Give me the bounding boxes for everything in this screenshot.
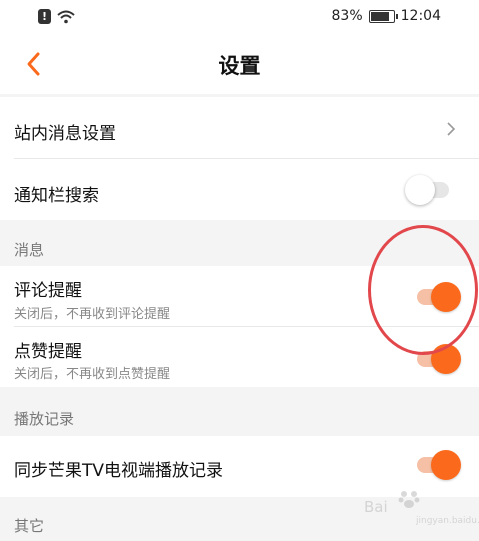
wifi-icon <box>57 10 75 23</box>
section-title-history: 播放记录 <box>14 410 75 428</box>
page-title: 设置 <box>218 54 261 78</box>
watermark-brand: Bai <box>364 498 388 516</box>
section-title-messages: 消息 <box>14 241 45 259</box>
paw-icon <box>398 491 420 508</box>
chevron-right-icon[interactable] <box>445 121 457 137</box>
toggle-knob <box>405 175 435 205</box>
status-bar-left: ! <box>38 9 75 24</box>
settings-group-general: 站内消息设置 通知栏搜索 <box>0 97 479 220</box>
alert-icon: ! <box>38 9 51 24</box>
status-bar-right: 83% 12:04 <box>332 8 441 24</box>
watermark: Bai jingyan.baidu.com <box>364 486 479 526</box>
divider <box>14 158 479 159</box>
row-station-messages-label[interactable]: 站内消息设置 <box>14 119 116 144</box>
annotation-circle <box>368 225 478 355</box>
clock: 12:04 <box>400 8 441 24</box>
row-comment-remind-label: 评论提醒 <box>14 281 82 301</box>
status-bar: ! 83% 12:04 <box>0 0 479 36</box>
row-notif-search-label: 通知栏搜索 <box>14 186 99 206</box>
row-comment-remind-sub: 关闭后，不再收到评论提醒 <box>14 307 171 322</box>
battery-percent: 83% <box>331 8 363 24</box>
section-title-other: 其它 <box>14 517 45 535</box>
row-like-remind-sub: 关闭后，不再收到点赞提醒 <box>14 367 171 382</box>
row-sync-history-label: 同步芒果TV电视端播放记录 <box>14 461 224 481</box>
row-like-remind-label: 点赞提醒 <box>14 342 82 362</box>
notif-search-toggle[interactable] <box>405 175 451 205</box>
toggle-knob <box>431 450 461 480</box>
sync-history-toggle[interactable] <box>415 450 461 480</box>
battery-icon <box>368 9 398 23</box>
nav-bar: 设置 <box>0 36 479 94</box>
watermark-sub: jingyan.baidu.com <box>416 516 479 526</box>
